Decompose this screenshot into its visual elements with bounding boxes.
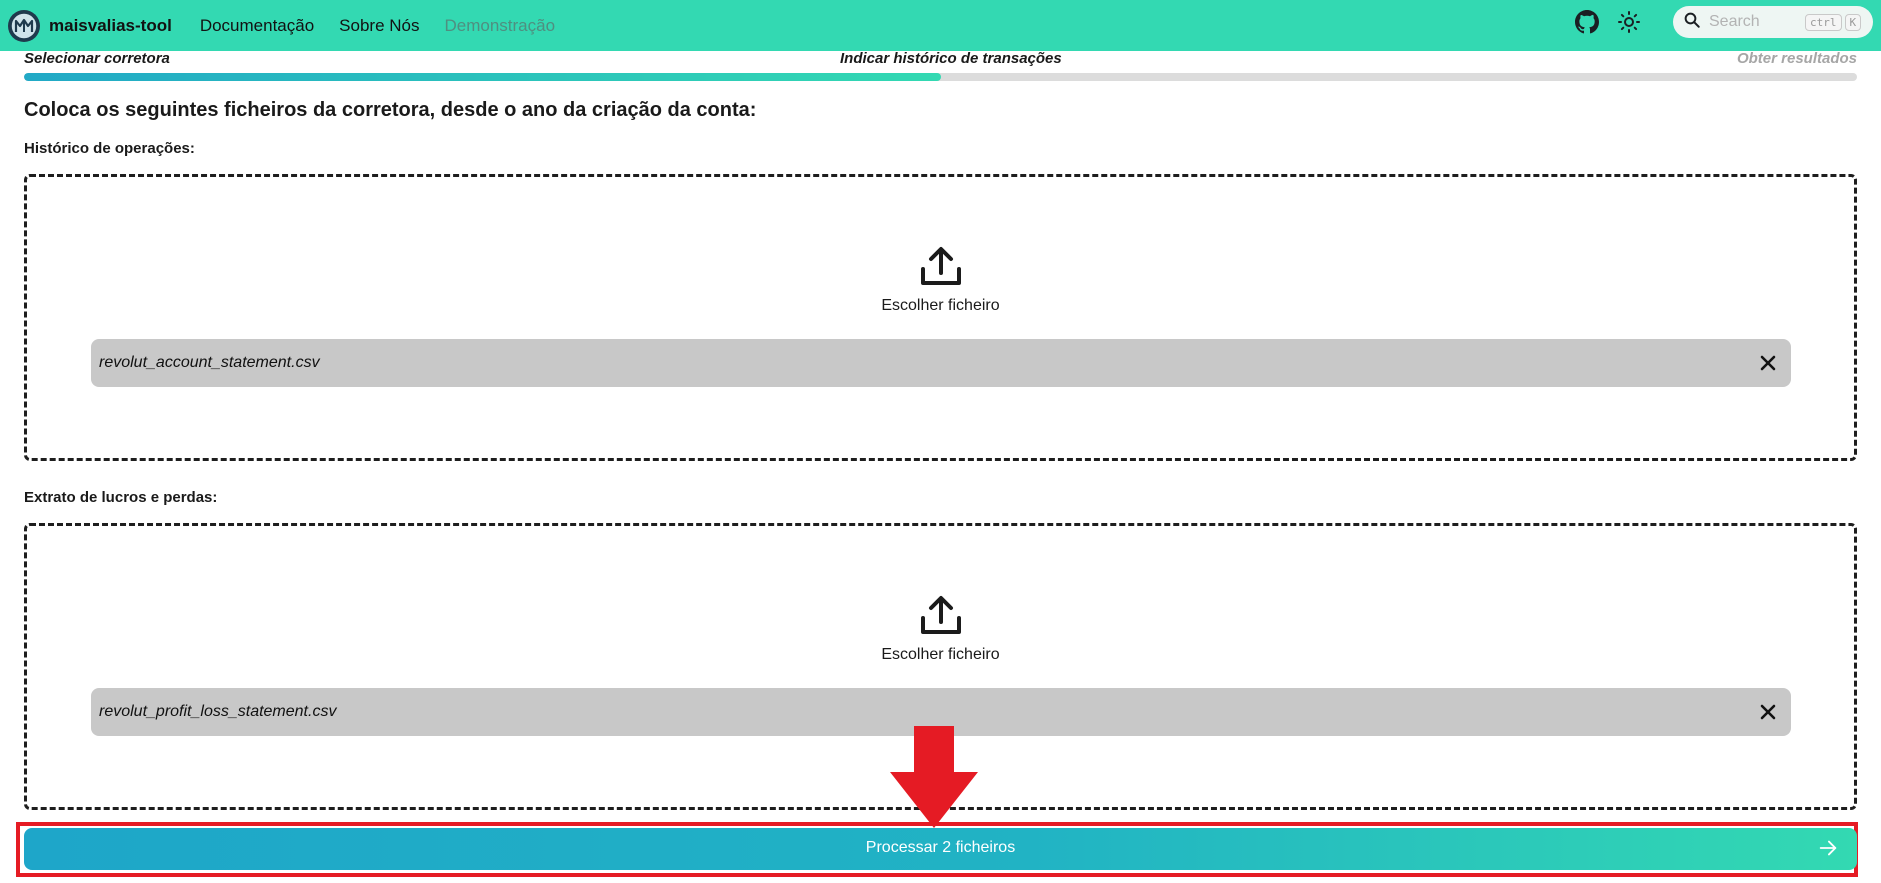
process-files-label: Processar 2 ficheiros xyxy=(865,839,1016,856)
nav-links: Documentação Sobre Nós Demonstração xyxy=(200,16,555,36)
stepper-progress-fill xyxy=(24,73,941,81)
upload-icon xyxy=(920,247,961,285)
nav-link-demonstracao[interactable]: Demonstração xyxy=(445,16,556,36)
step-indicar-historico[interactable]: Indicar histórico de transações xyxy=(840,50,1062,67)
selected-file-name: revolut_profit_loss_statement.csv xyxy=(99,703,337,720)
step-selecionar-corretora[interactable]: Selecionar corretora xyxy=(24,50,170,67)
step-obter-resultados: Obter resultados xyxy=(1736,50,1857,67)
logo-icon xyxy=(8,9,40,42)
github-icon[interactable] xyxy=(1572,7,1602,37)
choose-file-button[interactable]: Escolher ficheiro xyxy=(27,245,1854,315)
annotation-down-arrow-icon xyxy=(890,726,978,828)
remove-file-close-icon[interactable] xyxy=(1755,699,1781,725)
stepper-progress-bar xyxy=(24,73,1857,81)
choose-file-button[interactable]: Escolher ficheiro xyxy=(27,594,1854,664)
brand[interactable]: maisvalias-tool xyxy=(8,9,172,42)
selected-file-chip: revolut_account_statement.csv xyxy=(91,339,1791,387)
remove-file-close-icon[interactable] xyxy=(1755,350,1781,376)
section-label-extrato: Extrato de lucros e perdas: xyxy=(24,489,218,506)
choose-file-label: Escolher ficheiro xyxy=(881,297,1000,314)
process-files-button[interactable]: Processar 2 ficheiros xyxy=(24,828,1857,870)
dropzone-historico[interactable]: Escolher ficheiro revolut_account_statem… xyxy=(24,174,1857,461)
stepper: Selecionar corretora Indicar histórico d… xyxy=(24,50,1857,70)
search-box[interactable]: ctrl K xyxy=(1673,6,1873,38)
shortcut-key-k: K xyxy=(1844,13,1862,31)
search-input[interactable] xyxy=(1709,13,1799,31)
brand-name: maisvalias-tool xyxy=(49,15,172,35)
nav-link-sobre-nos[interactable]: Sobre Nós xyxy=(339,16,419,36)
selected-file-name: revolut_account_statement.csv xyxy=(99,354,320,371)
nav-link-documentacao[interactable]: Documentação xyxy=(200,16,314,36)
choose-file-label: Escolher ficheiro xyxy=(881,646,1000,663)
search-icon xyxy=(1683,11,1701,34)
upload-icon xyxy=(920,596,961,634)
shortcut-key-ctrl: ctrl xyxy=(1805,13,1842,31)
theme-toggle-sun-icon[interactable] xyxy=(1614,7,1644,37)
page-heading: Coloca os seguintes ficheiros da correto… xyxy=(24,99,757,121)
arrow-right-icon xyxy=(1817,837,1839,864)
search-shortcut: ctrl K xyxy=(1805,13,1862,31)
top-navbar: maisvalias-tool Documentação Sobre Nós D… xyxy=(0,0,1881,51)
section-label-historico: Histórico de operações: xyxy=(24,140,195,157)
